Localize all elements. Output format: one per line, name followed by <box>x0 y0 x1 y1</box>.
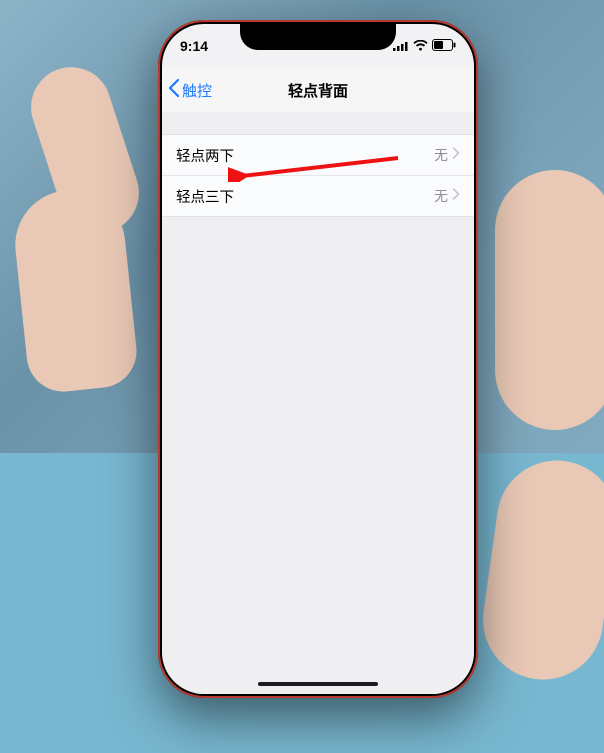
chevron-right-icon <box>452 147 460 163</box>
cellular-signal-icon <box>393 38 409 54</box>
row-triple-tap[interactable]: 轻点三下 无 <box>162 175 474 216</box>
display-notch <box>240 24 396 50</box>
chevron-right-icon <box>452 188 460 204</box>
settings-group: 轻点两下 无 轻点三下 无 <box>162 134 474 217</box>
iphone-device: 9:14 触控 轻点背面 <box>158 20 478 698</box>
row-double-tap[interactable]: 轻点两下 无 <box>162 135 474 175</box>
battery-icon <box>432 38 456 54</box>
wifi-icon <box>413 38 428 54</box>
back-button[interactable]: 触控 <box>168 68 212 112</box>
phone-screen: 9:14 触控 轻点背面 <box>162 24 474 694</box>
row-label: 轻点两下 <box>176 145 234 166</box>
page-title: 轻点背面 <box>288 80 348 101</box>
settings-content: 轻点两下 无 轻点三下 无 <box>162 112 474 694</box>
navigation-bar: 触控 轻点背面 <box>162 68 474 113</box>
row-value: 无 <box>434 145 448 165</box>
back-label: 触控 <box>182 80 212 101</box>
home-indicator[interactable] <box>258 682 378 686</box>
status-time: 9:14 <box>180 38 208 54</box>
row-label: 轻点三下 <box>176 186 234 207</box>
row-value: 无 <box>434 186 448 206</box>
chevron-left-icon <box>168 79 180 101</box>
